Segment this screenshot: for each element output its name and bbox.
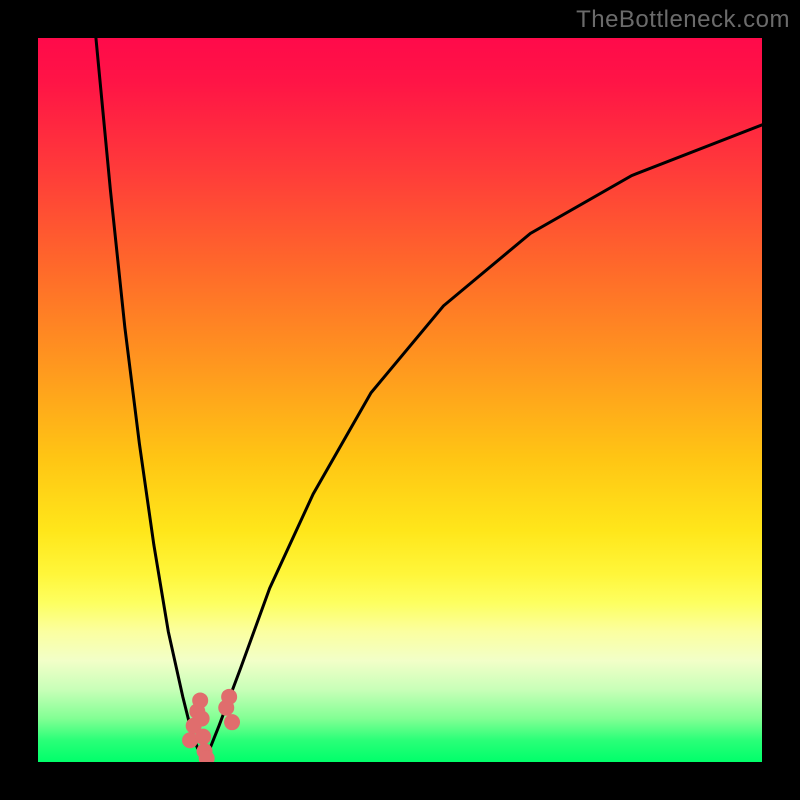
marker-dot [194,711,210,727]
marker-dot [224,714,240,730]
marker-dot [221,689,237,705]
plot-area [38,38,762,762]
watermark-text: TheBottleneck.com [576,6,790,34]
chart-frame: TheBottleneck.com [0,0,800,800]
series-group [96,38,762,762]
series-right-branch [205,125,762,762]
marker-dot [195,729,211,745]
marker-group [182,689,240,762]
marker-dot [192,692,208,708]
series-left-branch [96,38,205,762]
curve-layer [38,38,762,762]
